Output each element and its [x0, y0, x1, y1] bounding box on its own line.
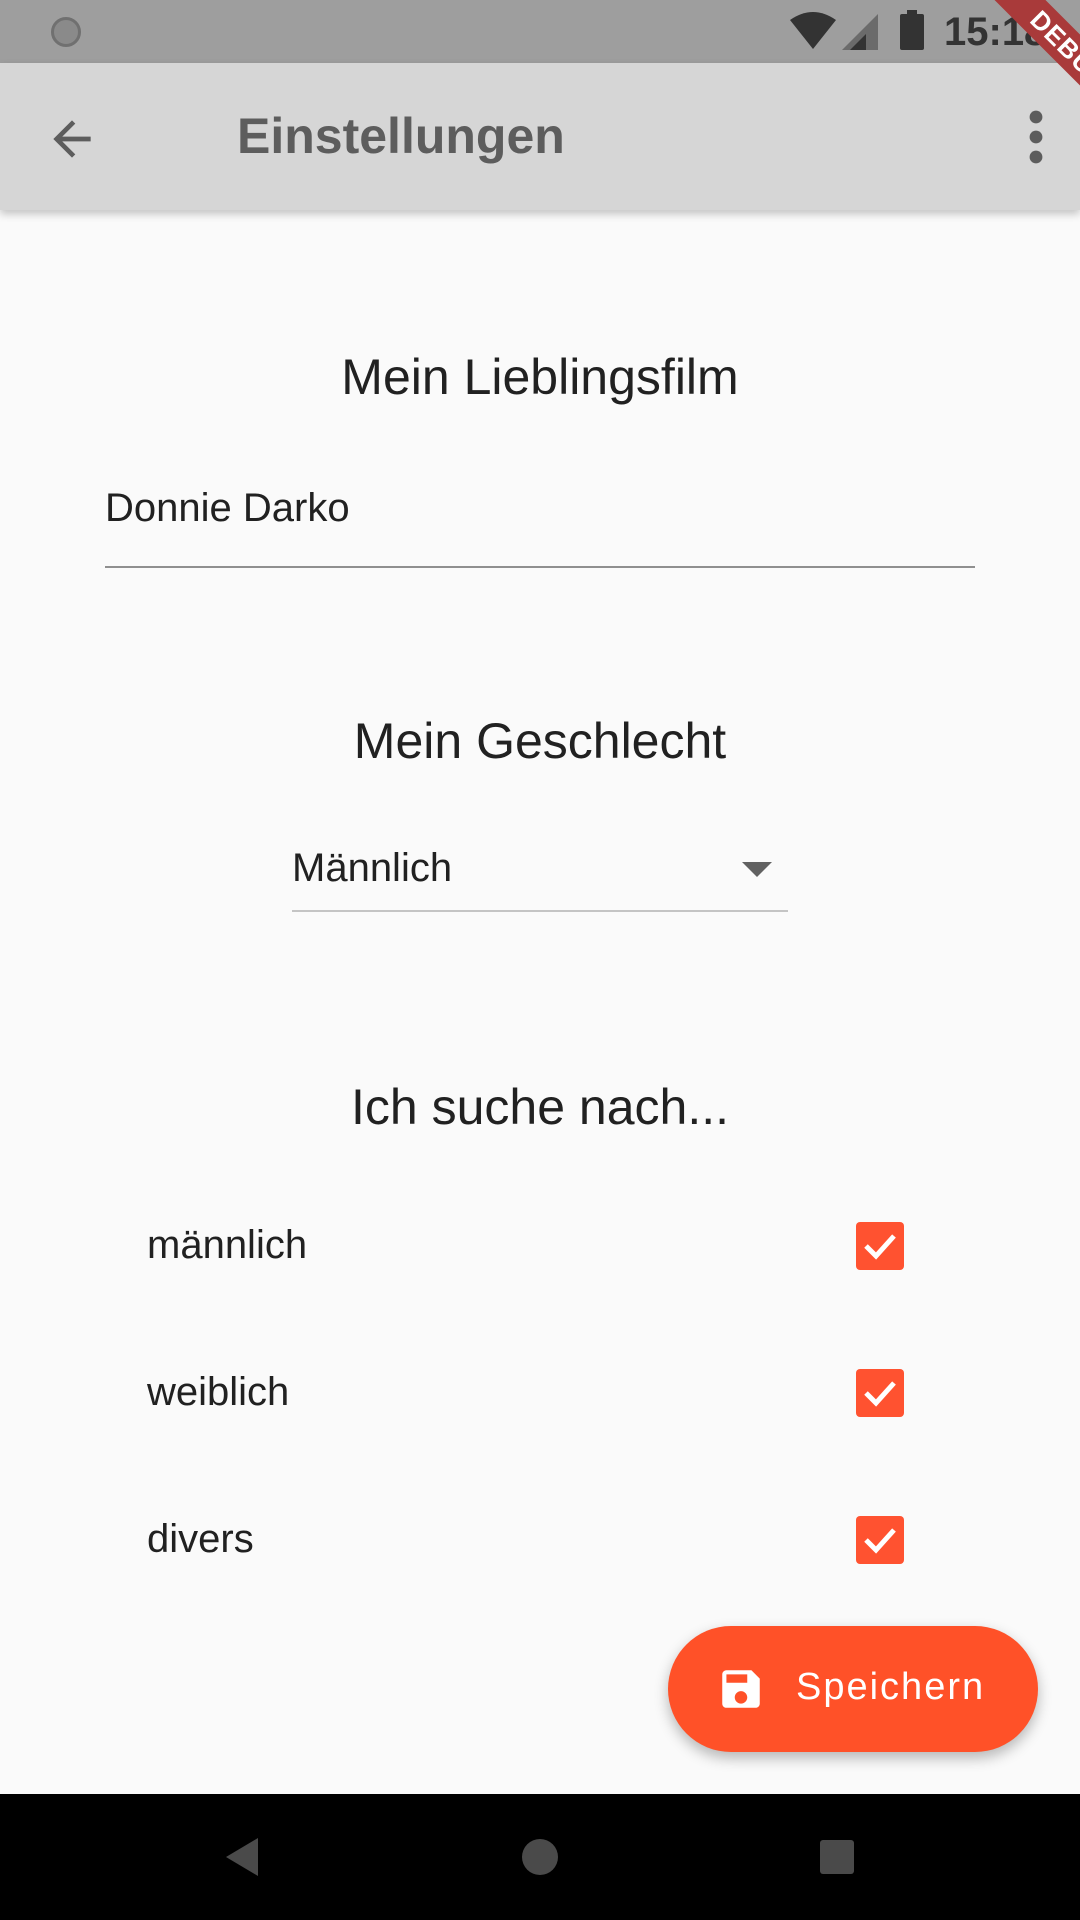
more-vert-icon[interactable]	[1016, 107, 1056, 167]
status-time: 15:18	[944, 10, 1047, 54]
save-button[interactable]: Speichern	[668, 1626, 1038, 1752]
page-title: Einstellungen	[237, 108, 565, 164]
search-heading: Ich suche nach...	[350, 1079, 729, 1135]
search-option-row[interactable]: weiblich	[0, 1344, 1080, 1444]
search-option-checkbox-male[interactable]	[856, 1222, 904, 1270]
battery-icon	[900, 10, 924, 50]
favorite-movie-value[interactable]: Donnie Darko	[105, 486, 350, 531]
gender-selected-value[interactable]: Männlich	[292, 846, 452, 891]
search-option-row[interactable]: männlich	[0, 1197, 1080, 1297]
favorite-movie-heading: Mein Lieblingsfilm	[341, 349, 739, 405]
gender-heading: Mein Geschlecht	[353, 713, 727, 769]
search-option-checkbox-female[interactable]	[856, 1369, 904, 1417]
checkmark-icon	[864, 1234, 896, 1260]
gender-dropdown[interactable]: Männlich	[292, 832, 788, 912]
favorite-movie-field[interactable]: Donnie Darko	[105, 468, 975, 568]
checkmark-icon	[864, 1528, 896, 1554]
system-navigation-bar	[0, 1794, 1080, 1920]
nav-recents-icon[interactable]	[812, 1832, 862, 1882]
checkmark-icon	[864, 1381, 896, 1407]
save-icon	[722, 1670, 760, 1708]
search-option-label: männlich	[147, 1223, 308, 1267]
wifi-icon	[790, 12, 836, 49]
search-option-label: divers	[147, 1517, 254, 1561]
nav-home-icon[interactable]	[515, 1832, 565, 1882]
save-button-label: Speichern	[796, 1666, 986, 1708]
nav-back-icon[interactable]	[218, 1832, 268, 1882]
dropdown-arrow-icon[interactable]	[742, 862, 772, 880]
search-option-label: weiblich	[147, 1370, 290, 1414]
status-bar: 15:18	[0, 0, 1080, 63]
notification-icon	[51, 17, 81, 47]
app-bar: Einstellungen	[0, 63, 1080, 210]
arrow-back-icon[interactable]	[44, 111, 100, 167]
search-option-row[interactable]: divers	[0, 1491, 1080, 1591]
signal-icon	[842, 14, 878, 50]
search-option-checkbox-diverse[interactable]	[856, 1516, 904, 1564]
